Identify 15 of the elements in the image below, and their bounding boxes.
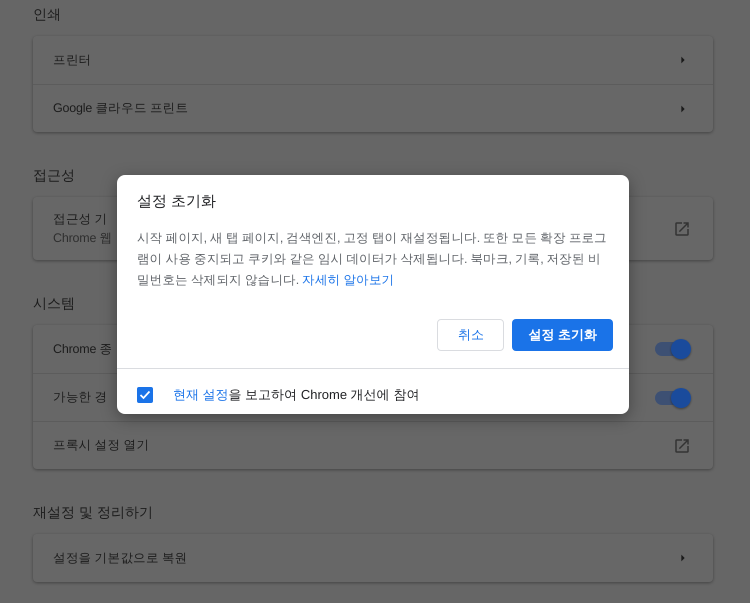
dialog-message: 시작 페이지, 새 탭 페이지, 검색엔진, 고정 탭이 재설정됩니다. 또한 모든 확장 프로그램이 사용 중지되고 쿠키와 같은 임시 데이터가 삭제됩니다. 북마크, 기록, 저장된 비밀번호는 삭제되지 않습니다. 자세히 알아보기 bbox=[137, 230, 608, 289]
section-heading: 인쇄 bbox=[33, 5, 62, 24]
row-label: Chrome 종 bbox=[53, 340, 112, 358]
report-consent-text: 현재 설정 을 보고하여 Chrome 개선에 참여 bbox=[173, 386, 420, 404]
row-label: Google 클라우드 프린트 bbox=[53, 100, 188, 117]
row-label: 설정을 기본값으로 복원 bbox=[53, 550, 188, 566]
row-label: 접근성 기 bbox=[53, 210, 108, 228]
row-label: 가능한 경 bbox=[53, 389, 108, 406]
section-heading: 시스템 bbox=[33, 294, 76, 313]
section-heading: 재설정 및 정리하기 bbox=[33, 503, 154, 522]
row-label: 프록시 설정 열기 bbox=[53, 437, 150, 454]
row-label: 프린터 bbox=[53, 52, 92, 68]
section-heading: 접근성 bbox=[33, 166, 76, 185]
row-sublabel: Chrome 웹 bbox=[53, 230, 112, 246]
dialog-title: 설정 초기화 bbox=[136, 192, 218, 212]
